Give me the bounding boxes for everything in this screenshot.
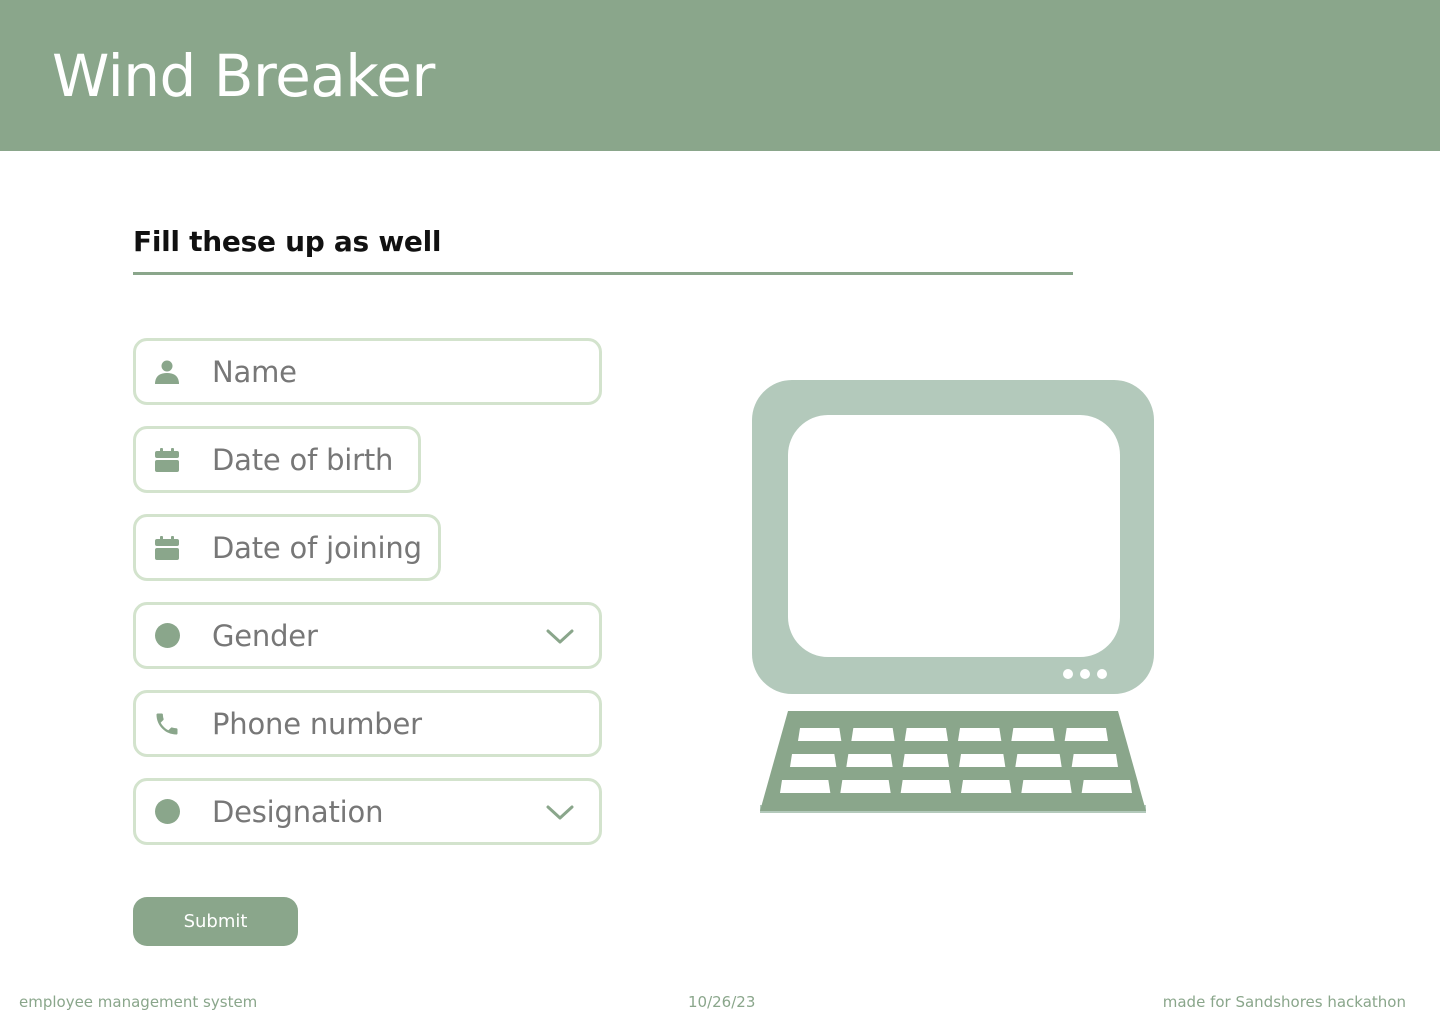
date-of-joining-placeholder: Date of joining (212, 530, 422, 565)
keyboard-key (1081, 780, 1132, 793)
calendar-icon (152, 445, 182, 475)
designation-placeholder: Designation (212, 794, 384, 829)
phone-number-placeholder: Phone number (212, 706, 422, 741)
chevron-down-icon[interactable] (545, 626, 575, 646)
date-of-birth-placeholder: Date of birth (212, 442, 394, 477)
indicator-light (1080, 669, 1090, 679)
footer-date: 10/26/23 (688, 993, 756, 1011)
keyboard-key (780, 780, 831, 793)
keyboard-key (904, 728, 948, 741)
circle-icon (152, 797, 182, 827)
keyboard-key (958, 728, 1002, 741)
section-divider (133, 272, 1073, 275)
keyboard-key (1021, 780, 1072, 793)
header-bar: Wind Breaker (0, 0, 1440, 151)
keyboard-key (851, 728, 895, 741)
person-icon (152, 357, 182, 387)
footer-app-name: employee management system (19, 993, 258, 1011)
footer-credit: made for Sandshores hackathon (1162, 993, 1406, 1011)
keyboard-key (902, 754, 949, 767)
computer-illustration (752, 380, 1154, 813)
monitor-screen (788, 415, 1120, 657)
app-title: Wind Breaker (52, 42, 435, 110)
gender-select[interactable]: Gender (133, 602, 602, 669)
keyboard-key (961, 780, 1012, 793)
keyboard-key (840, 780, 891, 793)
section-title: Fill these up as well (133, 225, 442, 258)
keyboard-key (900, 780, 951, 793)
indicator-light (1097, 669, 1107, 679)
keyboard-key (1011, 728, 1055, 741)
circle-icon (152, 621, 182, 651)
keyboard-key (1064, 728, 1108, 741)
submit-button[interactable]: Submit (133, 897, 298, 946)
keyboard-key (798, 728, 842, 741)
keyboard-key (1071, 754, 1118, 767)
phone-icon (152, 709, 182, 739)
calendar-icon (152, 533, 182, 563)
chevron-down-icon[interactable] (545, 802, 575, 822)
keyboard-key (790, 754, 837, 767)
designation-select[interactable]: Designation (133, 778, 602, 845)
date-of-birth-field[interactable]: Date of birth (133, 426, 421, 493)
name-placeholder: Name (212, 354, 297, 389)
date-of-joining-field[interactable]: Date of joining (133, 514, 441, 581)
phone-number-field[interactable]: Phone number (133, 690, 602, 757)
name-field[interactable]: Name (133, 338, 602, 405)
keyboard-key (1015, 754, 1062, 767)
indicator-light (1063, 669, 1073, 679)
keyboard-key (846, 754, 893, 767)
keyboard-key (959, 754, 1006, 767)
gender-placeholder: Gender (212, 618, 318, 653)
